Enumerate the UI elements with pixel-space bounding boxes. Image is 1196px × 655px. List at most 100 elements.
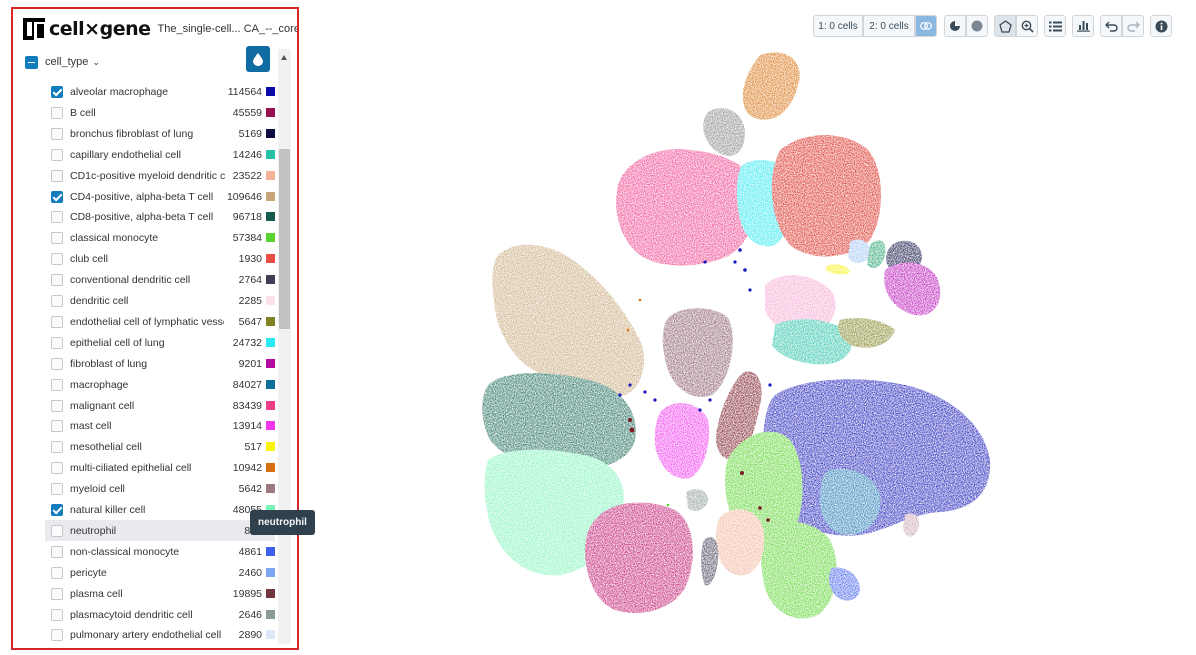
category-value-row[interactable]: multi-ciliated epithelial cell 10942 [45,457,275,478]
category-value-checkbox[interactable] [51,294,63,307]
category-value-checkbox[interactable] [51,315,63,328]
category-value-checkbox[interactable] [51,440,63,453]
category-value-label[interactable]: neutrophil [70,525,216,537]
category-value-label[interactable]: myeloid cell [70,483,222,495]
category-value-label[interactable]: plasmacytoid dendritic cell [70,609,222,621]
category-value-label[interactable]: pulmonary artery endothelial cell [70,629,222,641]
zoom-pan-button[interactable] [1016,15,1038,37]
category-value-label[interactable]: CD1c-positive myeloid dendritic cell [70,170,225,182]
list-scrollbar[interactable] [278,49,291,644]
category-value-label[interactable]: natural killer cell [70,504,222,516]
category-value-checkbox[interactable] [51,608,63,621]
category-value-checkbox[interactable] [51,503,63,516]
category-value-checkbox[interactable] [51,524,63,537]
category-value-checkbox[interactable] [51,127,63,140]
category-value-checkbox[interactable] [51,190,63,203]
category-value-row[interactable]: pulmonary artery endothelial cell 2890 [45,624,275,644]
redo-button[interactable] [1122,15,1144,37]
category-value-row[interactable]: non-classical monocyte 4861 [45,541,275,562]
category-value-label[interactable]: bronchus fibroblast of lung [70,128,222,140]
category-value-checkbox[interactable] [51,273,63,286]
category-value-row[interactable]: myeloid cell 5642 [45,478,275,499]
category-value-label[interactable]: classical monocyte [70,232,222,244]
category-value-checkbox[interactable] [51,148,63,161]
category-value-row[interactable]: epithelial cell of lung 24732 [45,332,275,353]
category-value-checkbox[interactable] [51,169,63,182]
undo-button[interactable] [1100,15,1122,37]
category-value-label[interactable]: dendritic cell [70,295,222,307]
category-value-row[interactable]: dendritic cell 2285 [45,290,275,311]
category-value-row[interactable]: fibroblast of lung 9201 [45,353,275,374]
category-name[interactable]: cell_type [45,56,88,68]
category-value-label[interactable]: CD8-positive, alpha-beta T cell [70,211,222,223]
category-value-label[interactable]: fibroblast of lung [70,358,222,370]
category-value-checkbox[interactable] [51,419,63,432]
category-value-row[interactable]: mast cell 13914 [45,415,275,436]
category-value-checkbox[interactable] [51,545,63,558]
category-value-label[interactable]: endothelial cell of lymphatic vessel [70,316,224,328]
category-value-checkbox[interactable] [51,210,63,223]
category-value-label[interactable]: B cell [70,107,222,119]
category-value-row[interactable]: CD1c-positive myeloid dendritic cell 2352… [45,165,275,186]
category-value-label[interactable]: epithelial cell of lung [70,337,222,349]
category-value-row[interactable]: bronchus fibroblast of lung 5169 [45,123,275,144]
category-header[interactable]: cell_type ⌄ [25,50,275,74]
category-value-checkbox[interactable] [51,461,63,474]
category-value-row[interactable]: alveolar macrophage 114564 [45,81,275,102]
category-value-checkbox[interactable] [51,336,63,349]
category-value-checkbox[interactable] [51,357,63,370]
info-button[interactable] [1150,15,1172,37]
histogram-button[interactable] [1072,15,1094,37]
category-value-row[interactable]: conventional dendritic cell 2764 [45,269,275,290]
category-value-label[interactable]: club cell [70,253,222,265]
category-value-row[interactable]: classical monocyte 57384 [45,227,275,248]
category-value-row[interactable]: capillary endothelial cell 14246 [45,144,275,165]
subset-2-button[interactable]: 2: 0 cells [863,15,915,37]
category-value-row[interactable]: endothelial cell of lymphatic vessel 5647 [45,311,275,332]
subset-1-button[interactable]: 1: 0 cells [813,15,863,37]
category-value-checkbox[interactable] [51,252,63,265]
category-value-row[interactable]: club cell 1930 [45,248,275,269]
category-value-row[interactable]: CD8-positive, alpha-beta T cell 96718 [45,206,275,227]
scroll-up-arrow-icon[interactable] [281,55,287,60]
category-value-row[interactable]: plasma cell 19895 [45,583,275,604]
category-value-label[interactable]: alveolar macrophage [70,86,222,98]
category-select-all-checkbox[interactable] [25,55,38,69]
category-value-checkbox[interactable] [51,628,63,641]
category-value-checkbox[interactable] [51,378,63,391]
category-value-checkbox[interactable] [51,587,63,600]
category-value-label[interactable]: macrophage [70,379,222,391]
color-by-category-button[interactable] [246,46,270,72]
category-value-label[interactable]: mast cell [70,420,222,432]
umap-embedding-scatterplot[interactable] [470,40,1010,630]
category-value-row[interactable]: mesothelial cell 517 [45,436,275,457]
category-value-row[interactable]: natural killer cell 48055 [45,499,275,520]
category-value-row[interactable]: plasmacytoid dendritic cell 2646 [45,604,275,625]
category-value-checkbox[interactable] [51,482,63,495]
category-value-row[interactable]: CD4-positive, alpha-beta T cell 109646 [45,186,275,207]
lasso-select-button[interactable] [994,15,1016,37]
category-value-label[interactable]: capillary endothelial cell [70,149,222,161]
category-value-checkbox[interactable] [51,399,63,412]
scrollbar-thumb[interactable] [279,149,290,329]
dataset-name[interactable]: The_single-cell... CA_--_core_atlas [158,23,298,35]
chevron-down-icon[interactable]: ⌄ [92,57,100,68]
category-value-row[interactable]: macrophage 84027 [45,374,275,395]
category-value-label[interactable]: conventional dendritic cell [70,274,222,286]
category-value-label[interactable]: mesothelial cell [70,441,222,453]
category-value-checkbox[interactable] [51,85,63,98]
category-value-checkbox[interactable] [51,566,63,579]
pie-chart-button[interactable] [944,15,966,37]
category-value-label[interactable]: pericyte [70,567,222,579]
venn-diagram-button[interactable] [915,15,937,37]
category-value-row[interactable]: B cell 45559 [45,102,275,123]
category-value-label[interactable]: plasma cell [70,588,222,600]
category-value-checkbox[interactable] [51,231,63,244]
category-value-row[interactable]: pericyte 2460 [45,562,275,583]
category-value-row[interactable]: malignant cell 83439 [45,395,275,416]
dot-button[interactable] [966,15,988,37]
category-value-label[interactable]: non-classical monocyte [70,546,222,558]
category-value-checkbox[interactable] [51,106,63,119]
category-value-label[interactable]: CD4-positive, alpha-beta T cell [70,191,222,203]
category-value-label[interactable]: multi-ciliated epithelial cell [70,462,222,474]
